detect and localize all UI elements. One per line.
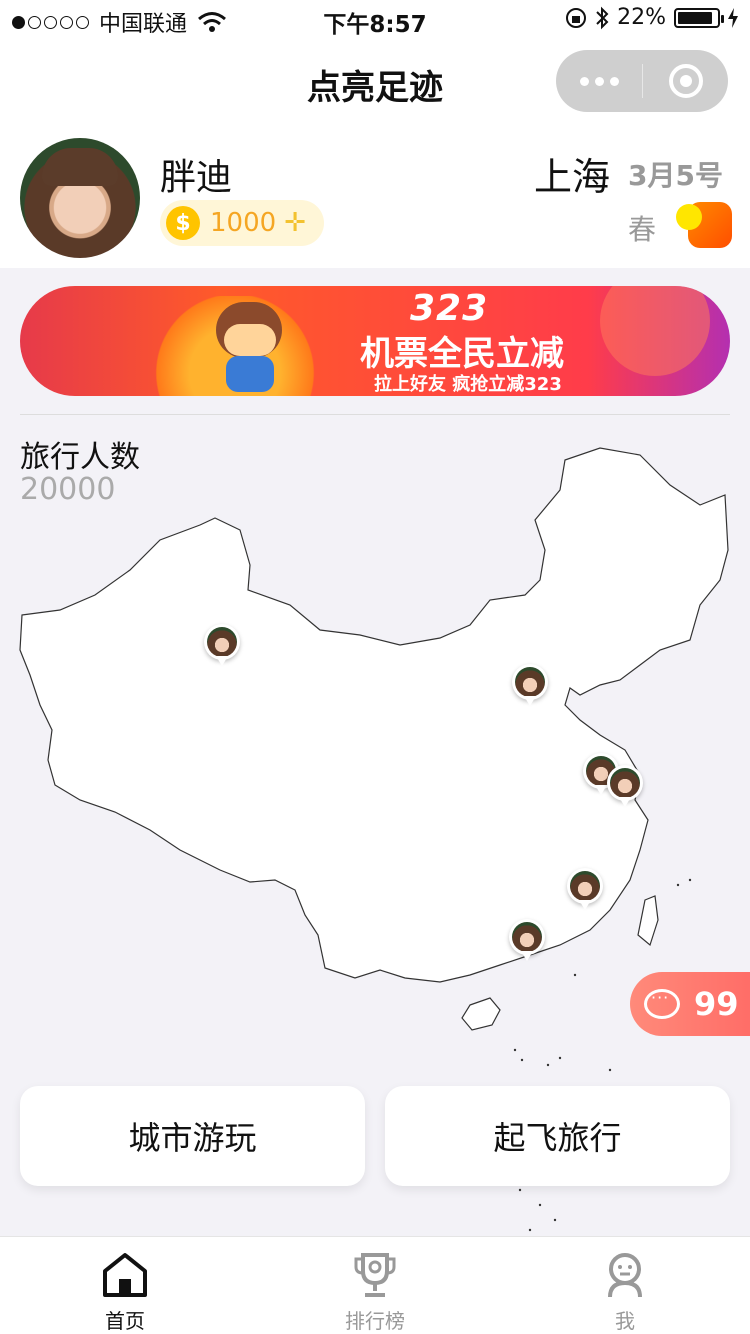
bluetooth-icon [596, 6, 609, 29]
current-city: 上海 [534, 155, 611, 199]
add-coin-icon[interactable]: ✛ [284, 208, 306, 238]
charging-icon [728, 7, 738, 28]
map-pin-xinjiang[interactable] [204, 624, 240, 670]
season-icon [676, 200, 732, 250]
tab-me[interactable]: 我 [500, 1249, 750, 1334]
banner-title: 机票全民立减 [360, 334, 564, 374]
user-icon [608, 1253, 642, 1298]
coin-icon: $ [166, 206, 200, 240]
traveler-count-value: 20000 [20, 472, 116, 507]
battery-icon [674, 7, 724, 28]
close-icon [668, 64, 703, 98]
map-pin-shanghai[interactable] [607, 765, 643, 811]
tab-me-label: 我 [615, 1309, 635, 1333]
comments-button[interactable]: 99 [630, 972, 750, 1036]
nav-bar: 点亮足迹 [0, 40, 750, 128]
tab-ranking-label: 排行榜 [345, 1309, 405, 1333]
tab-home[interactable]: 首页 [0, 1249, 250, 1334]
coin-count: 1000 [210, 208, 277, 238]
map-pin-fujian[interactable] [567, 868, 603, 914]
close-button[interactable] [643, 64, 728, 98]
mascot-image [210, 302, 290, 392]
traveler-count-label: 旅行人数 [20, 440, 140, 475]
tab-home-label: 首页 [105, 1309, 145, 1333]
status-bar: 中国联通 下午8:57 22% [0, 0, 750, 40]
tab-bar: 首页 排行榜 我 [0, 1236, 750, 1334]
tab-ranking[interactable]: 排行榜 [250, 1249, 500, 1334]
banner-subtitle: 拉上好友 疯抢立减323 [374, 374, 562, 395]
profile-header: 胖迪 $ 1000 ✛ 上海 3月5号 春 [0, 128, 750, 268]
comments-count: 99 [694, 985, 739, 1023]
chat-bubble-icon [644, 988, 680, 1019]
avatar[interactable] [20, 138, 140, 258]
city-play-button[interactable]: 城市游玩 [20, 1086, 365, 1186]
user-name: 胖迪 [160, 157, 233, 198]
map-pin-guangdong[interactable] [509, 919, 545, 965]
rotation-lock-icon [566, 7, 587, 28]
battery-percent: 22% [617, 5, 666, 30]
fly-travel-button[interactable]: 起飞旅行 [385, 1086, 730, 1186]
trophy-icon [354, 1253, 396, 1297]
coin-balance[interactable]: $ 1000 ✛ [160, 200, 324, 246]
more-button[interactable] [556, 76, 642, 86]
season-label: 春 [628, 213, 657, 246]
home-icon [103, 1253, 147, 1297]
status-right: 22% [565, 5, 738, 30]
banner-badge: 323 [410, 288, 489, 329]
section-divider [20, 414, 730, 415]
map-pin-north[interactable] [512, 664, 548, 710]
promo-banner[interactable]: 323 机票全民立减 拉上好友 疯抢立减323 [20, 286, 730, 396]
miniprogram-capsule [556, 50, 728, 112]
current-date: 3月5号 [628, 159, 723, 192]
